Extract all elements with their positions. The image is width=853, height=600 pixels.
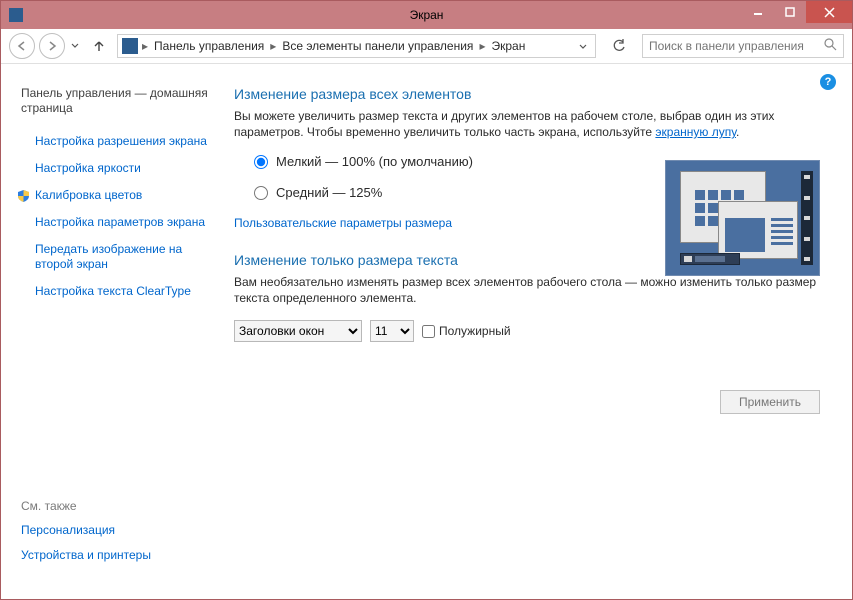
location-icon <box>122 38 138 54</box>
preview-image <box>665 160 820 276</box>
search-icon[interactable] <box>824 38 837 54</box>
element-select[interactable]: Заголовки окон <box>234 320 362 342</box>
close-icon <box>824 7 835 18</box>
chevron-down-icon <box>579 44 587 50</box>
app-icon <box>9 8 23 22</box>
chevron-right-icon[interactable]: ▸ <box>268 39 278 53</box>
sidebar-item-display-settings[interactable]: Настройка параметров экрана <box>35 215 216 230</box>
breadcrumb-segment[interactable]: Экран <box>487 39 529 53</box>
see-also-header: См. также <box>21 499 216 513</box>
search-box[interactable] <box>642 34 844 58</box>
arrow-left-icon <box>16 40 28 52</box>
shield-icon <box>17 189 30 206</box>
minimize-button[interactable] <box>742 1 774 23</box>
breadcrumb-segment[interactable]: Все элементы панели управления <box>278 39 477 53</box>
chevron-right-icon[interactable]: ▸ <box>477 39 487 53</box>
refresh-button[interactable] <box>606 35 632 57</box>
chevron-down-icon <box>71 43 79 49</box>
arrow-right-icon <box>46 40 58 52</box>
breadcrumb-dropdown[interactable] <box>573 39 593 53</box>
breadcrumb-segment[interactable]: Панель управления <box>150 39 268 53</box>
titlebar[interactable]: Экран <box>1 1 852 29</box>
see-also: См. также Персонализация Устройства и пр… <box>21 499 216 573</box>
magnifier-link[interactable]: экранную лупу <box>655 125 736 139</box>
navbar: ▸ Панель управления ▸ Все элементы панел… <box>1 29 852 64</box>
maximize-icon <box>785 7 795 17</box>
section-title-resize-all: Изменение размера всех элементов <box>234 86 820 102</box>
see-also-personalization[interactable]: Персонализация <box>21 523 216 538</box>
text-size-controls: Заголовки окон 11 Полужирный <box>234 320 820 342</box>
breadcrumb[interactable]: ▸ Панель управления ▸ Все элементы панел… <box>117 34 596 58</box>
sidebar: Панель управления — домашняя страница На… <box>1 64 226 599</box>
arrow-up-icon <box>92 39 106 53</box>
sidebar-item-brightness[interactable]: Настройка яркости <box>35 161 216 176</box>
history-dropdown[interactable] <box>69 43 81 49</box>
close-button[interactable] <box>806 1 852 23</box>
refresh-icon <box>612 39 626 53</box>
sidebar-home[interactable]: Панель управления — домашняя страница <box>21 86 216 116</box>
sidebar-item-calibration[interactable]: Калибровка цветов <box>35 188 216 203</box>
desc-suffix: . <box>736 125 739 139</box>
section2-description: Вам необязательно изменять размер всех э… <box>234 274 820 306</box>
section-description: Вы можете увеличить размер текста и друг… <box>234 108 820 140</box>
apply-button[interactable]: Применить <box>720 390 820 414</box>
minimize-icon <box>753 7 763 17</box>
chevron-right-icon[interactable]: ▸ <box>140 39 150 53</box>
up-button[interactable] <box>89 36 109 56</box>
content: Изменение размера всех элементов Вы може… <box>226 64 852 599</box>
sidebar-item-cleartype[interactable]: Настройка текста ClearType <box>35 284 216 299</box>
bold-checkbox-row[interactable]: Полужирный <box>422 324 511 338</box>
radio-small[interactable] <box>254 155 268 169</box>
search-input[interactable] <box>649 39 824 53</box>
window-title: Экран <box>410 8 444 22</box>
bold-checkbox[interactable] <box>422 325 435 338</box>
maximize-button[interactable] <box>774 1 806 23</box>
forward-button[interactable] <box>39 33 65 59</box>
window-controls <box>742 1 852 29</box>
body: ? Панель управления — домашняя страница … <box>1 64 852 599</box>
size-select[interactable]: 11 <box>370 320 414 342</box>
radio-medium[interactable] <box>254 186 268 200</box>
see-also-devices[interactable]: Устройства и принтеры <box>21 548 216 563</box>
sidebar-item-resolution[interactable]: Настройка разрешения экрана <box>35 134 216 149</box>
bold-label: Полужирный <box>439 324 511 338</box>
back-button[interactable] <box>9 33 35 59</box>
radio-small-label[interactable]: Мелкий — 100% (по умолчанию) <box>276 154 473 169</box>
custom-size-link[interactable]: Пользовательские параметры размера <box>234 216 452 230</box>
sidebar-item-project[interactable]: Передать изображение на второй экран <box>35 242 216 272</box>
window: Экран ▸ Панель управле <box>0 0 853 600</box>
radio-medium-label[interactable]: Средний — 125% <box>276 185 382 200</box>
